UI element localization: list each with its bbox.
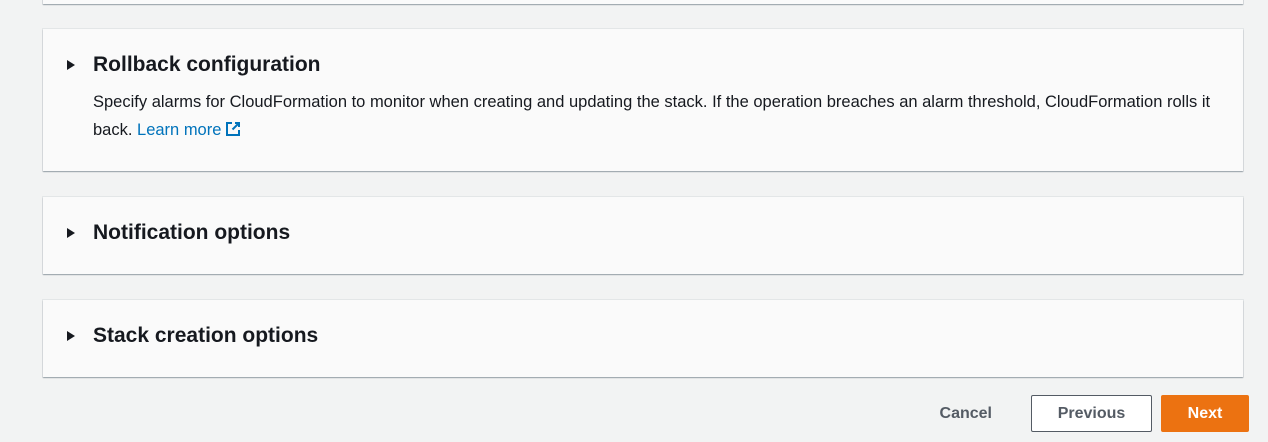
caret-right-icon (67, 60, 75, 70)
next-button[interactable]: Next (1161, 395, 1249, 432)
notification-options-toggle[interactable]: Notification options (67, 221, 290, 245)
previous-section-panel (43, 0, 1243, 4)
rollback-configuration-toggle[interactable]: Rollback configuration (67, 53, 321, 77)
notification-options-panel: Notification options (43, 197, 1243, 274)
stack-creation-options-title: Stack creation options (93, 324, 319, 347)
notification-options-title: Notification options (93, 221, 291, 244)
stack-creation-options-panel: Stack creation options (43, 300, 1243, 377)
previous-button[interactable]: Previous (1031, 395, 1152, 432)
learn-more-label: Learn more (137, 120, 222, 139)
rollback-configuration-description: Specify alarms for CloudFormation to mon… (93, 89, 1233, 144)
external-link-icon (226, 121, 241, 136)
rollback-description-text: Specify alarms for CloudFormation to mon… (93, 93, 1211, 139)
learn-more-link[interactable]: Learn more (137, 121, 241, 139)
caret-right-icon (67, 228, 75, 238)
caret-right-icon (67, 331, 75, 341)
stack-creation-options-toggle[interactable]: Stack creation options (67, 324, 318, 348)
wizard-actions: Cancel Previous Next (940, 395, 1249, 432)
rollback-configuration-panel: Rollback configuration Specify alarms fo… (43, 29, 1243, 171)
rollback-configuration-title: Rollback configuration (93, 53, 321, 76)
cancel-button[interactable]: Cancel (940, 395, 992, 432)
